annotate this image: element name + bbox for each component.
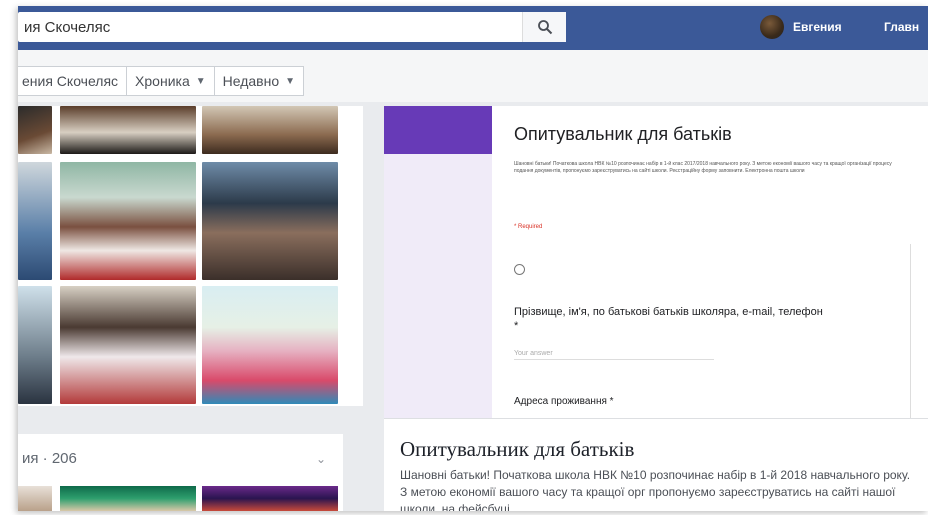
link-preview-title[interactable]: Опитувальник для батьків (400, 437, 634, 462)
form-question-name: Прізвище, ім'я, по батькові батьків школ… (514, 306, 823, 318)
link-preview-description: Шановні батьки! Початкова школа НВК №10 … (400, 468, 911, 511)
chevron-down-icon[interactable]: ⌄ (316, 452, 326, 466)
shared-post: Опитувальник для батьків Шановні батьки!… (384, 106, 928, 511)
timeline-label: Хроника (135, 73, 190, 89)
top-navigation-bar: ия Скочеляс Евгения Главн (18, 6, 928, 50)
form-description: Шановні батьки! Початкова школа НВК №10 … (514, 161, 892, 174)
form-preview-background (384, 106, 492, 418)
search-box[interactable]: ия Скочеляс (18, 12, 566, 42)
form-question-address: Адреса проживання * (514, 396, 614, 407)
search-icon (537, 20, 552, 35)
search-button[interactable] (522, 12, 566, 42)
photo-thumbnail[interactable] (60, 486, 196, 511)
photo-thumbnail[interactable] (60, 106, 196, 154)
caret-down-icon: ▼ (195, 75, 206, 87)
photo-thumbnail[interactable] (18, 162, 52, 280)
photo-thumbnail[interactable] (18, 286, 52, 404)
photo-thumbnail[interactable] (202, 286, 338, 404)
home-link[interactable]: Главн (884, 20, 919, 34)
photo-thumbnail[interactable] (18, 486, 52, 511)
screenshot-frame: ия Скочеляс Евгения Главн ения Скочеляс … (18, 6, 928, 511)
breadcrumb: ения Скочеляс Хроника ▼ Недавно ▼ (18, 66, 305, 96)
photos-section-title[interactable]: ия · 206 (22, 450, 77, 467)
photo-thumbnail[interactable] (202, 106, 338, 154)
form-title: Опитувальник для батьків (514, 124, 732, 144)
form-required-note: * Required (514, 224, 543, 230)
timeline-dropdown[interactable]: Хроника ▼ (126, 67, 214, 95)
form-header-color (384, 106, 492, 154)
photo-thumbnail[interactable] (60, 286, 196, 404)
user-name-link[interactable]: Евгения (793, 20, 842, 34)
recent-dropdown[interactable]: Недавно ▼ (213, 67, 303, 95)
form-answer-field[interactable]: Your answer (514, 350, 714, 360)
profile-subnav: ения Скочеляс Хроника ▼ Недавно ▼ (18, 50, 928, 102)
profile-name-link[interactable]: ения Скочеляс (18, 67, 126, 95)
link-preview[interactable]: Опитувальник для батьків Шановні батьки!… (384, 418, 928, 511)
user-avatar[interactable] (760, 15, 784, 39)
radio-button[interactable] (514, 264, 525, 275)
caret-down-icon: ▼ (285, 75, 296, 87)
recent-label: Недавно (222, 73, 280, 89)
search-input[interactable]: ия Скочеляс (24, 19, 110, 36)
photo-thumbnail[interactable] (202, 162, 338, 280)
photos-section: ия · 206 ⌄ (18, 434, 343, 511)
profile-name-label: ения Скочеляс (22, 73, 119, 89)
photo-thumbnail[interactable] (202, 486, 338, 511)
scrollbar[interactable] (910, 244, 928, 418)
photo-thumbnail[interactable] (18, 106, 52, 154)
photos-grid (18, 106, 363, 406)
required-marker: * (514, 320, 519, 332)
photo-thumbnail[interactable] (60, 162, 196, 280)
